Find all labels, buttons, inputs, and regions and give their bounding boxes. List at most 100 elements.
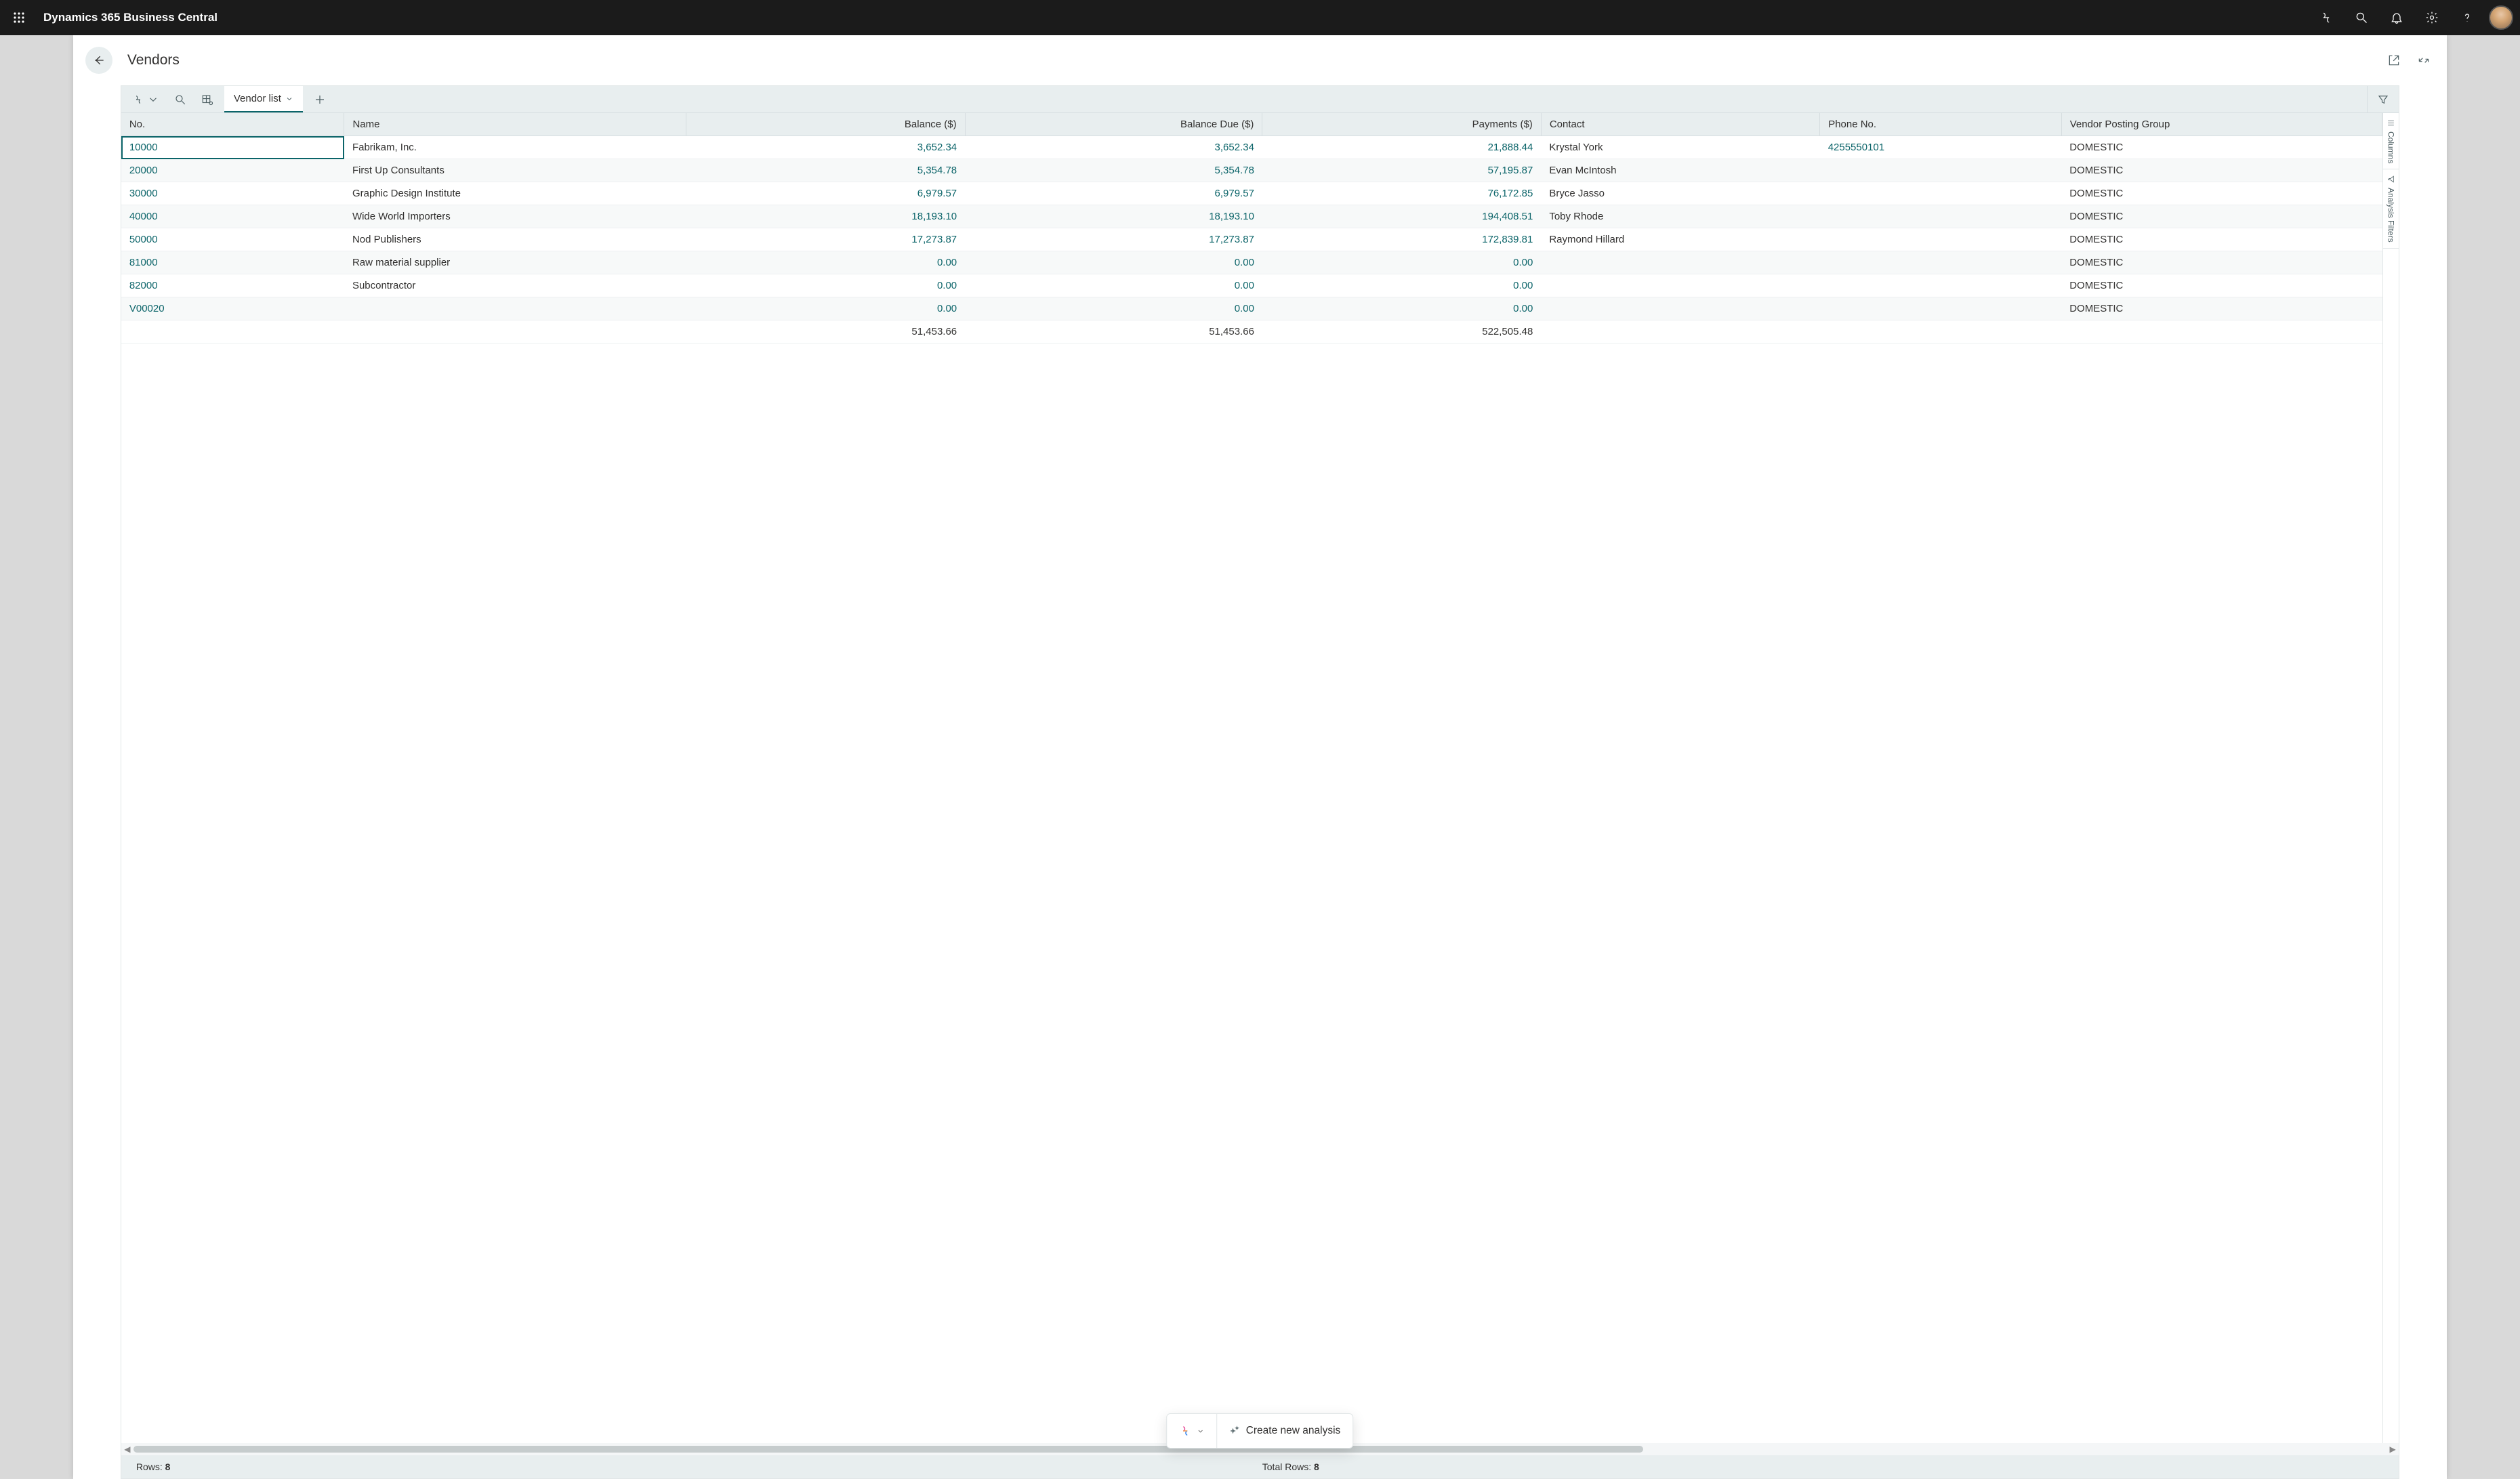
- cell-no[interactable]: 20000: [121, 159, 344, 182]
- cell-name[interactable]: Nod Publishers: [344, 228, 686, 251]
- cell-balance-due[interactable]: 5,354.78: [965, 159, 1262, 182]
- col-balance[interactable]: Balance ($): [686, 113, 965, 136]
- cell-payments[interactable]: 57,195.87: [1262, 159, 1541, 182]
- cell-no[interactable]: 30000: [121, 182, 344, 205]
- toolbar-search-button[interactable]: [169, 86, 192, 112]
- pill-copilot-button[interactable]: [1168, 1425, 1217, 1437]
- cell-contact[interactable]: [1541, 274, 1819, 297]
- settings-button[interactable]: [2418, 4, 2445, 31]
- cell-balance[interactable]: 5,354.78: [686, 159, 965, 182]
- cell-phone[interactable]: [1820, 228, 2062, 251]
- cell-phone[interactable]: [1820, 159, 2062, 182]
- cell-no[interactable]: 10000: [121, 136, 344, 159]
- cell-contact[interactable]: [1541, 297, 1819, 320]
- cell-name[interactable]: Raw material supplier: [344, 251, 686, 274]
- cell-name[interactable]: Fabrikam, Inc.: [344, 136, 686, 159]
- cell-balance-due[interactable]: 6,979.57: [965, 182, 1262, 205]
- cell-no[interactable]: V00020: [121, 297, 344, 320]
- scroll-thumb[interactable]: [133, 1446, 1643, 1453]
- analysis-mode-button[interactable]: [196, 86, 219, 112]
- back-button[interactable]: [85, 47, 112, 74]
- table-row[interactable]: 10000Fabrikam, Inc.3,652.343,652.3421,88…: [121, 136, 2382, 159]
- cell-no[interactable]: 82000: [121, 274, 344, 297]
- cell-vpg[interactable]: DOMESTIC: [2061, 274, 2382, 297]
- copilot-toolbar-button[interactable]: [127, 86, 165, 112]
- cell-contact[interactable]: Bryce Jasso: [1541, 182, 1819, 205]
- col-payments[interactable]: Payments ($): [1262, 113, 1541, 136]
- col-vpg[interactable]: Vendor Posting Group: [2061, 113, 2382, 136]
- cell-contact[interactable]: Evan McIntosh: [1541, 159, 1819, 182]
- cell-no[interactable]: 50000: [121, 228, 344, 251]
- cell-vpg[interactable]: DOMESTIC: [2061, 297, 2382, 320]
- cell-no[interactable]: 40000: [121, 205, 344, 228]
- cell-vpg[interactable]: DOMESTIC: [2061, 251, 2382, 274]
- cell-balance-due[interactable]: 0.00: [965, 251, 1262, 274]
- cell-balance-due[interactable]: 3,652.34: [965, 136, 1262, 159]
- help-button[interactable]: [2454, 4, 2481, 31]
- cell-payments[interactable]: 0.00: [1262, 274, 1541, 297]
- cell-balance[interactable]: 17,273.87: [686, 228, 965, 251]
- cell-name[interactable]: First Up Consultants: [344, 159, 686, 182]
- cell-name[interactable]: Graphic Design Institute: [344, 182, 686, 205]
- col-contact[interactable]: Contact: [1541, 113, 1819, 136]
- cell-contact[interactable]: Toby Rhode: [1541, 205, 1819, 228]
- cell-balance[interactable]: 0.00: [686, 297, 965, 320]
- cell-phone[interactable]: [1820, 205, 2062, 228]
- cell-contact[interactable]: Raymond Hillard: [1541, 228, 1819, 251]
- cell-phone[interactable]: [1820, 251, 2062, 274]
- cell-vpg[interactable]: DOMESTIC: [2061, 159, 2382, 182]
- cell-payments[interactable]: 76,172.85: [1262, 182, 1541, 205]
- copilot-header-button[interactable]: [2313, 4, 2340, 31]
- col-phone[interactable]: Phone No.: [1820, 113, 2062, 136]
- cell-vpg[interactable]: DOMESTIC: [2061, 182, 2382, 205]
- cell-no[interactable]: 81000: [121, 251, 344, 274]
- cell-contact[interactable]: [1541, 251, 1819, 274]
- cell-payments[interactable]: 0.00: [1262, 297, 1541, 320]
- col-name[interactable]: Name: [344, 113, 686, 136]
- app-launcher-button[interactable]: [7, 5, 31, 30]
- table-row[interactable]: 82000Subcontractor0.000.000.00DOMESTIC: [121, 274, 2382, 297]
- col-no[interactable]: No.: [121, 113, 344, 136]
- col-balance-due[interactable]: Balance Due ($): [965, 113, 1262, 136]
- user-avatar[interactable]: [2489, 5, 2513, 30]
- table-row[interactable]: V000200.000.000.00DOMESTIC: [121, 297, 2382, 320]
- cell-payments[interactable]: 21,888.44: [1262, 136, 1541, 159]
- cell-balance-due[interactable]: 17,273.87: [965, 228, 1262, 251]
- cell-vpg[interactable]: DOMESTIC: [2061, 205, 2382, 228]
- cell-name[interactable]: Wide World Importers: [344, 205, 686, 228]
- tab-vendor-list[interactable]: Vendor list: [224, 86, 303, 112]
- cell-name[interactable]: Subcontractor: [344, 274, 686, 297]
- cell-phone[interactable]: [1820, 274, 2062, 297]
- rail-analysis-filters[interactable]: Analysis Filters: [2383, 169, 2399, 249]
- cell-balance-due[interactable]: 0.00: [965, 297, 1262, 320]
- cell-balance-due[interactable]: 0.00: [965, 274, 1262, 297]
- table-row[interactable]: 40000Wide World Importers18,193.1018,193…: [121, 205, 2382, 228]
- cell-vpg[interactable]: DOMESTIC: [2061, 228, 2382, 251]
- table-row[interactable]: 30000Graphic Design Institute6,979.576,9…: [121, 182, 2382, 205]
- scroll-right-arrow[interactable]: ▶: [2387, 1444, 2399, 1454]
- filter-button[interactable]: [2368, 86, 2399, 112]
- table-row[interactable]: 81000Raw material supplier0.000.000.00DO…: [121, 251, 2382, 274]
- create-analysis-button[interactable]: Create new analysis: [1218, 1425, 1353, 1437]
- cell-vpg[interactable]: DOMESTIC: [2061, 136, 2382, 159]
- notifications-button[interactable]: [2383, 4, 2410, 31]
- table-row[interactable]: 50000Nod Publishers17,273.8717,273.87172…: [121, 228, 2382, 251]
- cell-balance[interactable]: 18,193.10: [686, 205, 965, 228]
- cell-balance[interactable]: 0.00: [686, 251, 965, 274]
- cell-phone[interactable]: 4255550101: [1820, 136, 2062, 159]
- rail-columns[interactable]: Columns: [2383, 113, 2399, 169]
- table-row[interactable]: 20000First Up Consultants5,354.785,354.7…: [121, 159, 2382, 182]
- collapse-button[interactable]: [2413, 49, 2435, 71]
- search-button[interactable]: [2348, 4, 2375, 31]
- pop-out-button[interactable]: [2383, 49, 2405, 71]
- cell-payments[interactable]: 0.00: [1262, 251, 1541, 274]
- cell-contact[interactable]: Krystal York: [1541, 136, 1819, 159]
- cell-balance[interactable]: 3,652.34: [686, 136, 965, 159]
- cell-balance[interactable]: 6,979.57: [686, 182, 965, 205]
- add-tab-button[interactable]: [303, 86, 337, 112]
- cell-name[interactable]: [344, 297, 686, 320]
- cell-phone[interactable]: [1820, 297, 2062, 320]
- cell-phone[interactable]: [1820, 182, 2062, 205]
- scroll-left-arrow[interactable]: ◀: [121, 1444, 133, 1454]
- cell-balance-due[interactable]: 18,193.10: [965, 205, 1262, 228]
